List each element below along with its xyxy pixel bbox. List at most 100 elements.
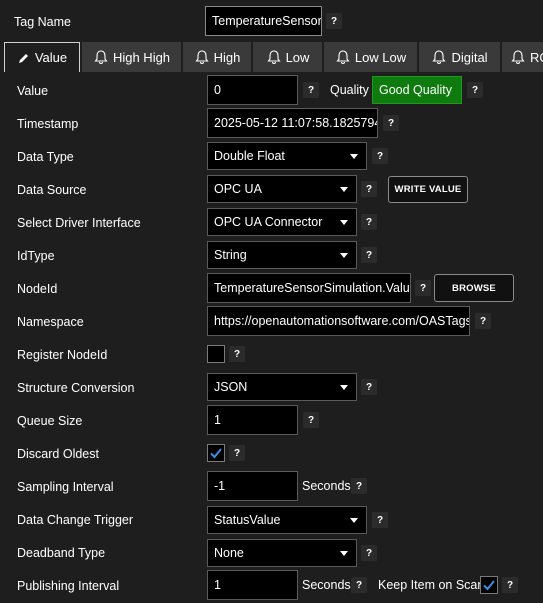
timestamp-input[interactable]: 2025-05-12 11:07:58.1825794 [207,108,378,138]
chevron-down-icon [340,384,348,390]
chevron-down-icon [340,550,348,556]
help-icon[interactable]: ? [229,346,245,362]
tab-label: Digital [451,49,488,65]
publishing-interval-text: 1 [214,578,221,592]
structure-conversion-value: JSON [214,380,248,394]
node-id-text: TemperatureSensorSimulation.Value [214,281,411,295]
queue-size-label: Queue Size [17,414,83,428]
id-type-value: String [214,248,247,262]
bell-icon [432,50,447,64]
chevron-down-icon [350,517,358,523]
deadband-type-select[interactable]: None [207,539,357,567]
value-label: Value [17,84,49,98]
help-icon[interactable]: ? [303,412,319,428]
tab-low-low[interactable]: Low Low [324,42,417,72]
driver-interface-value: OPC UA Connector [214,215,323,229]
chevron-down-icon [340,252,348,258]
help-icon[interactable]: ? [372,148,388,164]
tab-high-high[interactable]: High High [82,42,181,72]
help-icon[interactable]: ? [361,379,377,395]
namespace-text: https://openautomationsoftware.com/OASTa… [214,314,470,328]
tab-value[interactable]: Value [4,42,80,72]
help-icon[interactable]: ? [475,313,491,329]
tab-high[interactable]: High [183,42,251,72]
tab-label: Low Low [354,49,407,65]
help-icon[interactable]: ? [303,82,319,98]
help-icon[interactable]: ? [383,115,399,131]
quality-label: Quality [330,83,369,97]
sampling-interval-text: -1 [214,479,226,493]
chevron-down-icon [340,186,348,192]
register-node-id-label: Register NodeId [17,348,108,362]
node-id-input[interactable]: TemperatureSensorSimulation.Value [207,273,411,303]
data-change-trigger-select[interactable]: StatusValue [207,506,367,534]
tab-label: Value [34,50,68,65]
checkmark-icon [483,580,495,591]
help-icon[interactable]: ? [361,214,377,230]
value-text: 0 [214,83,221,97]
help-icon[interactable]: ? [351,478,367,494]
help-icon[interactable]: ? [415,280,431,296]
help-icon[interactable]: ? [372,512,388,528]
timestamp-label: Timestamp [17,117,79,131]
tab-label: RO [530,49,543,65]
help-icon[interactable]: ? [326,13,342,29]
publishing-unit-label: Seconds [302,578,351,592]
tab-digital[interactable]: Digital [419,42,500,72]
register-node-id-checkbox[interactable] [207,345,225,363]
value-input[interactable]: 0 [207,75,298,105]
chevron-down-icon [350,153,358,159]
checkmark-icon [210,448,222,459]
structure-conversion-label: Structure Conversion [17,381,135,395]
discard-oldest-checkbox[interactable] [207,444,225,462]
tab-label: High [213,49,241,65]
queue-size-text: 1 [214,413,221,427]
tag-name-label: Tag Name [14,15,71,29]
quality-badge: Good Quality [372,76,462,104]
namespace-label: Namespace [17,315,84,329]
namespace-input[interactable]: https://openautomationsoftware.com/OASTa… [207,306,470,336]
bell-icon [94,50,108,64]
data-change-trigger-label: Data Change Trigger [17,513,134,527]
publishing-interval-label: Publishing Interval [17,579,120,593]
bell-icon [336,50,350,64]
tag-name-value: TemperatureSensor [212,14,322,28]
help-icon[interactable]: ? [361,181,377,197]
id-type-label: IdType [17,249,55,263]
help-icon[interactable]: ? [502,577,518,593]
quality-text: Good Quality [379,83,452,97]
help-icon[interactable]: ? [361,545,377,561]
sampling-unit-label: Seconds [302,479,351,493]
bell-icon [511,50,525,64]
publishing-interval-input[interactable]: 1 [207,570,298,600]
tab-label: High High [112,49,171,65]
queue-size-input[interactable]: 1 [207,405,298,435]
driver-interface-select[interactable]: OPC UA Connector [207,208,357,236]
bell-icon [266,50,281,64]
data-type-value: Double Float [214,149,285,163]
bell-icon [195,50,209,64]
tab-roc[interactable]: RO [502,42,543,72]
discard-oldest-label: Discard Oldest [17,447,99,461]
data-source-value: OPC UA [214,182,262,196]
tab-low[interactable]: Low [253,42,322,72]
id-type-select[interactable]: String [207,241,357,269]
keep-item-on-scan-checkbox[interactable] [480,576,498,594]
data-change-trigger-value: StatusValue [214,513,281,527]
pencil-icon [18,53,28,63]
browse-button[interactable]: BROWSE [434,274,514,302]
write-value-button[interactable]: WRITE VALUE [388,176,468,203]
help-icon[interactable]: ? [229,445,245,461]
data-type-label: Data Type [17,150,74,164]
sampling-interval-input[interactable]: -1 [207,471,298,501]
timestamp-text: 2025-05-12 11:07:58.1825794 [214,116,378,130]
structure-conversion-select[interactable]: JSON [207,373,357,401]
data-source-select[interactable]: OPC UA [207,175,357,203]
data-type-select[interactable]: Double Float [207,142,367,170]
deadband-type-label: Deadband Type [17,546,106,560]
tag-name-input[interactable]: TemperatureSensor [205,6,322,36]
driver-interface-label: Select Driver Interface [17,216,141,230]
help-icon[interactable]: ? [361,247,377,263]
help-icon[interactable]: ? [351,577,367,593]
help-icon[interactable]: ? [467,82,483,98]
